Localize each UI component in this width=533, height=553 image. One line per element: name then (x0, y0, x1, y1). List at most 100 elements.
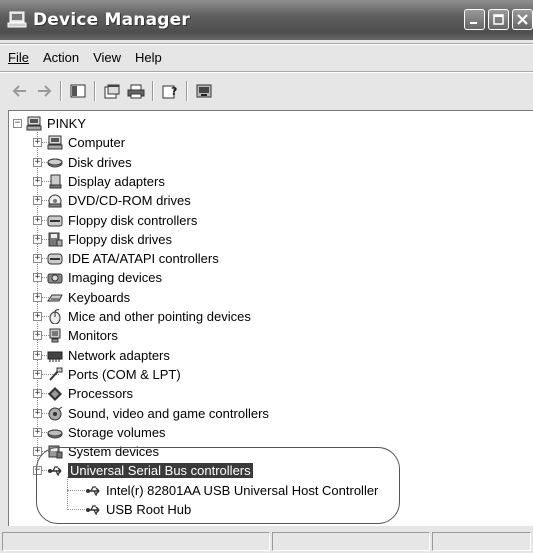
tree-item-dvd-cd-rom-drives[interactable]: DVD/CD-ROM drives (47, 191, 191, 210)
expand-toggle[interactable]: + (33, 254, 42, 264)
minimize-button[interactable] (464, 9, 485, 30)
tree-item-floppy-disk-controllers[interactable]: Floppy disk controllers (47, 211, 197, 230)
expand-toggle[interactable]: + (33, 389, 42, 399)
properties-icon[interactable] (100, 80, 124, 102)
computer-icon (26, 116, 42, 131)
menu-file[interactable]: File (0, 50, 36, 65)
tree-item-ports-com-lpt[interactable]: Ports (COM & LPT) (47, 365, 181, 384)
floppy-controller-icon (47, 213, 63, 228)
title-menu-divider (0, 43, 533, 45)
help-icon[interactable]: ? (158, 80, 182, 102)
disk-drive-icon (47, 155, 63, 170)
window-controls (464, 9, 533, 30)
tree-child-usb-device[interactable]: USB Root Hub (85, 500, 191, 519)
floppy-drive-icon (47, 232, 63, 247)
tree-item-label: Mice and other pointing devices (68, 309, 251, 324)
network-adapter-icon (47, 348, 63, 363)
expand-toggle[interactable]: + (33, 157, 42, 167)
window-title: Device Manager (33, 10, 190, 30)
collapse-toggle[interactable]: − (33, 466, 42, 476)
status-panel-right (432, 532, 531, 551)
expand-toggle[interactable]: + (33, 447, 42, 457)
toolbar-separator (94, 81, 96, 101)
expand-toggle[interactable]: + (33, 427, 42, 437)
tree-item-processors[interactable]: Processors (47, 384, 133, 403)
expand-toggle[interactable]: + (33, 312, 42, 321)
tree-item-mice-and-other-pointing-devices[interactable]: Mice and other pointing devices (47, 307, 251, 326)
tree-item-network-adapters[interactable]: Network adapters (47, 346, 170, 365)
close-button[interactable] (512, 9, 533, 30)
tree-item-label: PINKY (47, 116, 87, 131)
expand-toggle[interactable]: + (33, 273, 42, 283)
expand-toggle[interactable]: + (33, 350, 42, 360)
cdrom-icon (47, 193, 63, 208)
expand-toggle[interactable]: + (33, 176, 42, 186)
tree-item-computer[interactable]: Computer (47, 133, 125, 152)
menu-help[interactable]: Help (128, 50, 169, 65)
back-arrow-icon[interactable] (8, 80, 32, 102)
tree-item-label: Storage volumes (68, 424, 166, 440)
tree-item-monitors[interactable]: Monitors (47, 326, 118, 345)
tree-child-usb-device[interactable]: Intel(r) 82801AA USB Universal Host Cont… (85, 481, 378, 500)
tree-item-system-devices[interactable]: System devices (47, 442, 159, 461)
expand-toggle[interactable]: + (33, 215, 42, 225)
tree-item-label: Floppy disk controllers (68, 212, 198, 228)
tree-item-display-adapters[interactable]: Display adapters (47, 172, 165, 191)
toolbar: ? (0, 76, 533, 106)
tree-item-label: System devices (68, 444, 160, 460)
expand-toggle[interactable]: + (33, 408, 42, 418)
tree-root-pinky[interactable]: PINKY (26, 114, 86, 133)
tree-item-label: Ports (COM & LPT) (68, 366, 181, 382)
expand-toggle[interactable]: + (33, 331, 42, 341)
maximize-button[interactable] (488, 9, 509, 30)
tree-item-ide-ata-atapi-controllers[interactable]: IDE ATA/ATAPI controllers (47, 249, 219, 268)
print-icon[interactable] (124, 80, 148, 102)
computer-icon (47, 135, 63, 150)
toolbar-separator (186, 81, 188, 101)
sound-icon (47, 406, 63, 421)
device-tree[interactable]: − PINKY + Computer + Disk drives + Display adap… (8, 110, 533, 526)
monitor-icon (47, 328, 63, 343)
tree-item-label: Computer (68, 135, 126, 151)
keyboard-icon (47, 290, 63, 305)
tree-connector-line (67, 509, 85, 510)
status-panel-main (2, 532, 270, 551)
menu-file-label: File (8, 49, 29, 65)
menu-action[interactable]: Action (36, 50, 86, 65)
svg-text:?: ? (171, 85, 177, 98)
tree-item-label: USB Root Hub (106, 502, 192, 517)
tree-item-imaging-devices[interactable]: Imaging devices (47, 268, 162, 287)
expand-toggle[interactable]: + (33, 292, 42, 302)
storage-volume-icon (47, 425, 63, 440)
tree-item-label: DVD/CD-ROM drives (68, 193, 191, 209)
tree-item-sound-video-and-game-controllers[interactable]: Sound, video and game controllers (47, 404, 269, 423)
tree-item-universal-serial-bus-controllers[interactable]: Universal Serial Bus controllers (47, 461, 253, 480)
usb-icon (85, 483, 101, 498)
camera-icon (47, 270, 63, 285)
device-manager-window: Device Manager File Action View Help ? −… (0, 0, 533, 553)
tree-item-storage-volumes[interactable]: Storage volumes (47, 423, 166, 442)
tree-connector-line (67, 489, 85, 491)
tree-connector-line (67, 477, 68, 510)
menu-bar: File Action View Help (0, 46, 533, 68)
tree-item-keyboards[interactable]: Keyboards (47, 288, 130, 307)
expand-toggle[interactable]: + (33, 369, 42, 379)
port-icon (47, 367, 63, 382)
tree-item-label: Floppy disk drives (68, 231, 173, 247)
computer-icon (7, 11, 27, 29)
expand-toggle[interactable]: + (33, 196, 42, 206)
menu-view[interactable]: View (86, 50, 128, 65)
show-hide-tree-icon[interactable] (66, 80, 90, 102)
collapse-toggle[interactable]: − (13, 119, 22, 128)
expand-toggle[interactable]: + (33, 234, 42, 244)
scan-hardware-icon[interactable] (192, 80, 216, 102)
forward-arrow-icon[interactable] (32, 80, 56, 102)
usb-icon (85, 502, 101, 517)
tree-item-label: IDE ATA/ATAPI controllers (68, 251, 219, 267)
tree-item-floppy-disk-drives[interactable]: Floppy disk drives (47, 230, 172, 249)
title-bar[interactable]: Device Manager (0, 0, 533, 40)
tree-item-disk-drives[interactable]: Disk drives (47, 153, 132, 172)
expand-toggle[interactable]: + (33, 138, 42, 148)
tree-item-label: Intel(r) 82801AA USB Universal Host Cont… (106, 482, 379, 498)
ide-controller-icon (47, 251, 63, 266)
